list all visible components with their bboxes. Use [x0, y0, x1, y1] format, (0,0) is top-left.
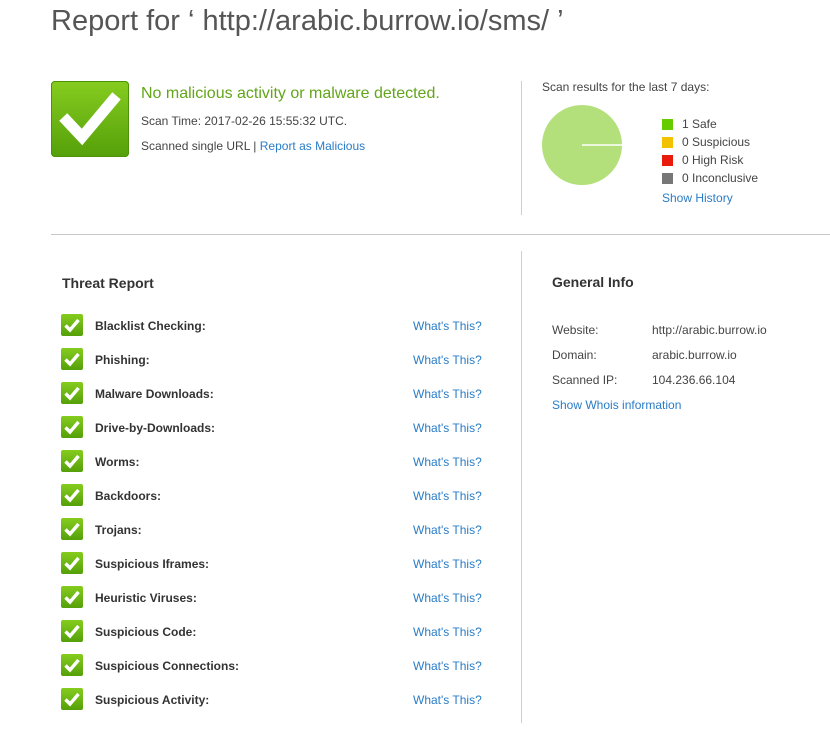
threat-row-drive-by-downloads: Drive-by-Downloads: What's This?	[61, 416, 491, 450]
threat-label: Worms:	[95, 455, 140, 469]
whats-this-link[interactable]: What's This?	[413, 591, 482, 605]
threat-label: Suspicious Code:	[95, 625, 197, 639]
threat-label: Malware Downloads:	[95, 387, 214, 401]
report-malicious-link[interactable]: Report as Malicious	[260, 139, 365, 153]
legend-item-inconclusive: 0 Inconclusive	[662, 169, 758, 187]
info-row-website: Website: http://arabic.burrow.io	[552, 323, 822, 348]
info-value: http://arabic.burrow.io	[652, 323, 767, 337]
check-icon	[61, 688, 83, 710]
info-value: 104.236.66.104	[652, 373, 736, 387]
scanned-line: Scanned single URL | Report as Malicious	[141, 139, 365, 153]
threat-label: Phishing:	[95, 353, 150, 367]
threat-label: Heuristic Viruses:	[95, 591, 197, 605]
threat-row-blacklist: Blacklist Checking: What's This?	[61, 314, 491, 348]
scan-results-label: Scan results for the last 7 days:	[542, 80, 710, 94]
check-icon	[61, 382, 83, 404]
general-info-title: General Info	[552, 274, 634, 290]
show-whois-link[interactable]: Show Whois information	[552, 398, 681, 412]
legend-swatch-suspicious	[662, 136, 673, 148]
check-icon	[61, 654, 83, 676]
check-icon	[61, 620, 83, 642]
check-icon	[61, 450, 83, 472]
legend-label-inconclusive: 0 Inconclusive	[682, 171, 759, 185]
safe-check-icon	[51, 81, 129, 157]
scan-results-legend: 1 Safe 0 Suspicious 0 High Risk 0 Inconc…	[662, 115, 758, 187]
scan-time: Scan Time: 2017-02-26 15:55:32 UTC.	[141, 114, 348, 128]
status-headline: No malicious activity or malware detecte…	[141, 85, 440, 102]
legend-item-safe: 1 Safe	[662, 115, 758, 133]
threat-row-suspicious-activity: Suspicious Activity: What's This?	[61, 688, 491, 722]
threat-label: Suspicious Connections:	[95, 659, 240, 673]
whats-this-link[interactable]: What's This?	[413, 387, 482, 401]
threat-row-phishing: Phishing: What's This?	[61, 348, 491, 382]
check-icon	[61, 416, 83, 438]
info-row-domain: Domain: arabic.burrow.io	[552, 348, 822, 373]
legend-label-safe: 1 Safe	[682, 117, 717, 131]
whats-this-link[interactable]: What's This?	[413, 557, 482, 571]
whats-this-link[interactable]: What's This?	[413, 489, 482, 503]
info-key: Website:	[552, 323, 599, 337]
legend-label-suspicious: 0 Suspicious	[682, 135, 751, 149]
threat-label: Backdoors:	[95, 489, 162, 503]
page-title: Report for ‘ http://arabic.burrow.io/sms…	[51, 5, 564, 37]
threat-row-suspicious-connections: Suspicious Connections: What's This?	[61, 654, 491, 688]
legend-item-suspicious: 0 Suspicious	[662, 133, 758, 151]
scan-results-pie-chart	[542, 105, 622, 185]
check-icon	[61, 348, 83, 370]
check-icon	[61, 314, 83, 336]
threat-row-worms: Worms: What's This?	[61, 450, 491, 484]
check-icon	[61, 484, 83, 506]
whats-this-link[interactable]: What's This?	[413, 625, 482, 639]
whats-this-link[interactable]: What's This?	[413, 319, 482, 333]
check-icon	[61, 552, 83, 574]
threat-row-suspicious-code: Suspicious Code: What's This?	[61, 620, 491, 654]
whats-this-link[interactable]: What's This?	[413, 353, 482, 367]
vertical-divider	[521, 81, 522, 215]
column-divider	[521, 251, 522, 723]
check-icon	[61, 518, 83, 540]
show-history-link[interactable]: Show History	[662, 191, 733, 205]
whats-this-link[interactable]: What's This?	[413, 659, 482, 673]
whats-this-link[interactable]: What's This?	[413, 455, 482, 469]
threat-row-trojans: Trojans: What's This?	[61, 518, 491, 552]
threat-row-malware-downloads: Malware Downloads: What's This?	[61, 382, 491, 416]
threat-row-suspicious-iframes: Suspicious Iframes: What's This?	[61, 552, 491, 586]
legend-swatch-safe	[662, 118, 673, 130]
info-value: arabic.burrow.io	[652, 348, 737, 362]
whats-this-link[interactable]: What's This?	[413, 421, 482, 435]
threat-label: Suspicious Activity:	[95, 693, 210, 707]
info-key: Scanned IP:	[552, 373, 618, 387]
threat-row-backdoors: Backdoors: What's This?	[61, 484, 491, 518]
check-icon	[61, 586, 83, 608]
info-key: Domain:	[552, 348, 597, 362]
threat-label: Drive-by-Downloads:	[95, 421, 216, 435]
threat-label: Trojans:	[95, 523, 142, 537]
legend-swatch-inconclusive	[662, 172, 673, 184]
whats-this-link[interactable]: What's This?	[413, 523, 482, 537]
horizontal-divider	[51, 234, 830, 235]
legend-swatch-high-risk	[662, 154, 673, 166]
threat-list: Blacklist Checking: What's This? Phishin…	[61, 314, 491, 722]
legend-item-high-risk: 0 High Risk	[662, 151, 758, 169]
threat-label: Blacklist Checking:	[95, 319, 206, 333]
legend-label-high-risk: 0 High Risk	[682, 153, 744, 167]
whats-this-link[interactable]: What's This?	[413, 693, 482, 707]
threat-label: Suspicious Iframes:	[95, 557, 210, 571]
general-info-table: Website: http://arabic.burrow.io Domain:…	[552, 323, 822, 398]
info-row-scanned-ip: Scanned IP: 104.236.66.104	[552, 373, 822, 398]
scanned-text: Scanned single URL |	[141, 139, 260, 153]
threat-row-heuristic-viruses: Heuristic Viruses: What's This?	[61, 586, 491, 620]
threat-report-title: Threat Report	[62, 275, 154, 291]
